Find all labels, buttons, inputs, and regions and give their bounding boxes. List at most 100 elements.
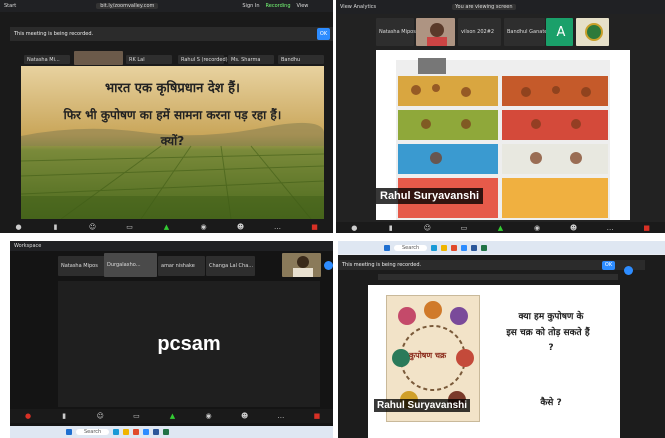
participant-thumb-6[interactable] bbox=[576, 18, 609, 46]
meeting-area: This meeting is being recorded. OK कुपोष… bbox=[338, 255, 665, 438]
participant-thumb-4[interactable]: Bandhul Ganate bbox=[504, 18, 547, 46]
edge-icon[interactable] bbox=[113, 429, 120, 435]
sign-in-label[interactable]: Sign In bbox=[242, 3, 259, 9]
meeting-controls-bar: ● ▮ ☺ ▭ ▲ ◉ ☻ … ■ bbox=[10, 409, 335, 423]
video-icon[interactable]: ▮ bbox=[51, 222, 61, 232]
mic-icon[interactable]: ● bbox=[349, 223, 359, 233]
video-icon[interactable]: ▮ bbox=[386, 223, 396, 233]
chat-icon[interactable]: ▭ bbox=[459, 223, 469, 233]
participant-thumb-2[interactable] bbox=[416, 18, 455, 46]
windows-taskbar: Search bbox=[10, 426, 335, 438]
url-box[interactable]: bit.ly/zoomvalley.com bbox=[96, 3, 159, 9]
logo-seal bbox=[585, 23, 603, 41]
reactions-icon[interactable]: ☻ bbox=[569, 223, 579, 233]
recording-banner: This meeting is being recorded. bbox=[10, 27, 333, 41]
excel-icon[interactable] bbox=[163, 429, 170, 435]
participants-badge[interactable] bbox=[324, 261, 333, 270]
participants-icon[interactable]: ☺ bbox=[95, 411, 105, 421]
shared-screen-area: Rahul Suryavanshi bbox=[376, 50, 630, 220]
share-icon[interactable]: ▲ bbox=[167, 411, 177, 421]
participant-thumb-4[interactable]: Changa Lal Cha... bbox=[206, 256, 255, 276]
windows-start-icon[interactable] bbox=[384, 244, 390, 251]
window-titlebar: Workspace bbox=[10, 241, 335, 251]
more-icon[interactable]: … bbox=[605, 223, 615, 233]
more-icon[interactable]: … bbox=[273, 222, 283, 232]
end-icon[interactable]: ■ bbox=[310, 222, 320, 232]
video-icon[interactable]: ▮ bbox=[59, 411, 69, 421]
taskbar-search[interactable]: Search bbox=[394, 244, 428, 251]
folder-icon[interactable] bbox=[441, 244, 448, 251]
participants-icon[interactable]: ☺ bbox=[88, 222, 98, 232]
participant-thumb-2[interactable]: Durgalaxho... bbox=[104, 253, 157, 277]
excel-icon[interactable] bbox=[481, 244, 488, 251]
folder-icon[interactable] bbox=[123, 429, 130, 435]
poster-title: कुपोषण चक्र bbox=[409, 351, 447, 360]
participant-thumb-1[interactable]: Natasha Mipos bbox=[376, 18, 416, 46]
record-icon[interactable]: ◉ bbox=[532, 223, 542, 233]
divider-horizontal bbox=[0, 233, 665, 241]
participants-badge[interactable] bbox=[624, 266, 633, 275]
window-titlebar: View Analytics You are viewing screen bbox=[336, 0, 665, 14]
recording-ok-button[interactable]: OK bbox=[317, 28, 330, 40]
windows-start-icon[interactable] bbox=[66, 429, 72, 435]
slide-question-mark: ? bbox=[548, 343, 554, 353]
participant-video-small bbox=[418, 58, 446, 74]
recording-banner-text: This meeting is being recorded. bbox=[342, 262, 422, 268]
participant-thumb-5[interactable]: Ms. Sharma bbox=[228, 55, 274, 64]
participant-thumb-5[interactable]: A bbox=[546, 18, 573, 46]
slide-question-2: इस चक्र को तोड़ सकते हैं bbox=[506, 328, 590, 338]
recording-ok-button[interactable]: OK bbox=[602, 261, 615, 270]
edge-icon[interactable] bbox=[431, 244, 438, 251]
recording-label: Recording bbox=[265, 3, 291, 9]
speaker-nameplate: Rahul Suryavanshi bbox=[376, 188, 484, 204]
reactions-icon[interactable]: ☻ bbox=[236, 222, 246, 232]
word-icon[interactable] bbox=[153, 429, 160, 435]
participant-thumb-6[interactable]: Bandhu bbox=[278, 55, 324, 64]
titlebar-start-label: Start bbox=[4, 3, 17, 9]
shared-slide: भारत एक कृषिप्रधान देश हैं। फिर भी कुपोष… bbox=[20, 66, 325, 220]
meeting-controls-bar: ● ▮ ☺ ▭ ▲ ◉ ☻ … ■ bbox=[336, 222, 665, 233]
participant-thumb-1[interactable]: Natasha Mipos bbox=[58, 256, 105, 276]
divider-vertical bbox=[333, 0, 336, 438]
word-icon[interactable] bbox=[471, 244, 478, 251]
mic-icon[interactable]: ● bbox=[14, 222, 24, 232]
titlebar-label: View Analytics bbox=[340, 4, 377, 10]
taskbar-search[interactable]: Search bbox=[76, 429, 110, 435]
chrome-icon[interactable] bbox=[133, 429, 140, 435]
meeting-window-top-left: Start bit.ly/zoomvalley.com Sign In Reco… bbox=[0, 0, 333, 233]
participant-thumb-4[interactable]: Rahul S (recorded) bbox=[178, 55, 228, 64]
view-button[interactable]: View bbox=[297, 3, 309, 9]
chat-icon[interactable]: ▭ bbox=[131, 411, 141, 421]
participants-icon[interactable]: ☺ bbox=[422, 223, 432, 233]
slide-line-3: क्यों? bbox=[160, 134, 185, 148]
participant-thumb-5[interactable] bbox=[282, 253, 321, 277]
zoom-icon[interactable] bbox=[461, 244, 468, 251]
active-speaker-area: pcsam bbox=[58, 281, 320, 407]
participant-thumb-3[interactable]: amar nishake bbox=[158, 256, 205, 276]
chrome-icon[interactable] bbox=[451, 244, 458, 251]
participant-thumb-2[interactable] bbox=[74, 51, 123, 65]
end-icon[interactable]: ■ bbox=[642, 223, 652, 233]
thumb-strip bbox=[378, 274, 618, 280]
slide-question-1: क्या हम कुपोषण के bbox=[518, 312, 584, 322]
record-icon[interactable]: ◉ bbox=[204, 411, 214, 421]
shared-slide: कुपोषण चक्र क्या हम कुपोषण के इस चक्र को… bbox=[368, 285, 620, 438]
windows-taskbar-top: Search bbox=[338, 241, 665, 254]
participant-thumb-3[interactable]: RK Lal bbox=[126, 55, 172, 64]
share-icon[interactable]: ▲ bbox=[495, 223, 505, 233]
more-icon[interactable]: … bbox=[276, 411, 286, 421]
recording-banner-text: This meeting is being recorded. bbox=[14, 31, 94, 37]
chat-icon[interactable]: ▭ bbox=[125, 222, 135, 232]
participant-thumb-1[interactable]: Natasha Mi... bbox=[24, 55, 70, 64]
window-titlebar: Start bit.ly/zoomvalley.com Sign In Reco… bbox=[0, 0, 333, 12]
share-icon[interactable]: ▲ bbox=[162, 222, 172, 232]
end-icon[interactable]: ■ bbox=[312, 411, 322, 421]
mic-icon[interactable]: ● bbox=[23, 411, 33, 421]
participant-thumb-3[interactable]: vilson 202#2 bbox=[458, 18, 501, 46]
reactions-icon[interactable]: ☻ bbox=[240, 411, 250, 421]
zoom-icon[interactable] bbox=[143, 429, 150, 435]
meeting-controls-bar: ● ▮ ☺ ▭ ▲ ◉ ☻ … ■ bbox=[0, 221, 333, 233]
slide-how: कैसे ? bbox=[540, 398, 562, 408]
slide-line-1: भारत एक कृषिप्रधान देश हैं। bbox=[105, 81, 240, 96]
record-icon[interactable]: ◉ bbox=[199, 222, 209, 232]
